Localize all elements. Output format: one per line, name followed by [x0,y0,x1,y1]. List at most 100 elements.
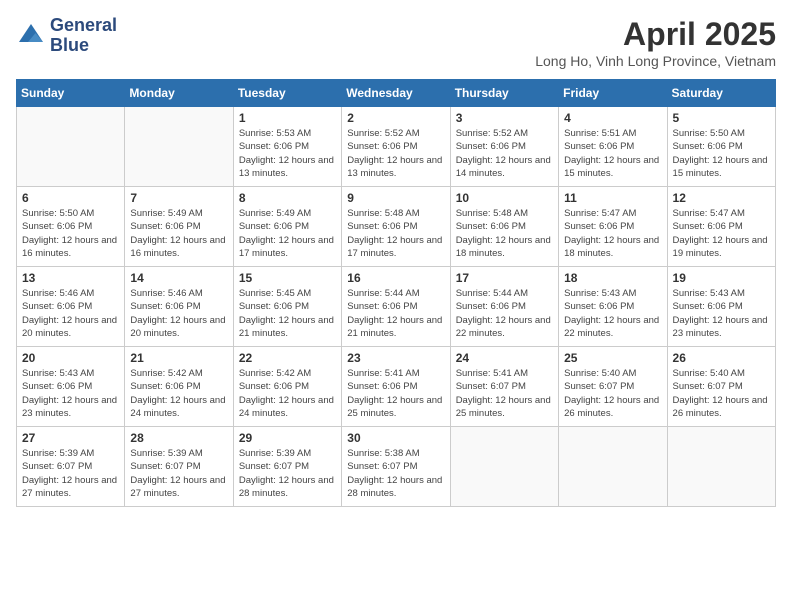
day-cell: 17 Sunrise: 5:44 AM Sunset: 6:06 PM Dayli… [450,267,558,347]
day-number: 4 [564,111,661,125]
weekday-header: Saturday [667,80,775,107]
day-number: 24 [456,351,553,365]
day-number: 22 [239,351,336,365]
day-number: 29 [239,431,336,445]
day-number: 10 [456,191,553,205]
day-cell: 28Sunrise: 5:39 AM Sunset: 6:07 PM Dayli… [125,427,233,507]
day-info: Sunrise: 5:53 AM Sunset: 6:06 PM Dayligh… [239,127,336,180]
day-info: Sunrise: 5:39 AM Sunset: 6:07 PM Dayligh… [130,447,227,500]
day-info: Sunrise: 5:50 AM Sunset: 6:06 PM Dayligh… [22,207,119,260]
day-number: 13 [22,271,119,285]
day-cell: 12 Sunrise: 5:47 AM Sunset: 6:06 PM Dayli… [667,187,775,267]
day-cell [667,427,775,507]
day-cell: 2Sunrise: 5:52 AM Sunset: 6:06 PM Daylig… [342,107,450,187]
day-cell: 4 Sunrise: 5:51 AM Sunset: 6:06 PM Daylig… [559,107,667,187]
day-cell: 30 Sunrise: 5:38 AM Sunset: 6:07 PM Dayli… [342,427,450,507]
day-cell: 22 Sunrise: 5:42 AM Sunset: 6:06 PM Dayli… [233,347,341,427]
day-info: Sunrise: 5:49 AM Sunset: 6:06 PM Dayligh… [239,207,336,260]
week-row: 6Sunrise: 5:50 AM Sunset: 6:06 PM Daylig… [17,187,776,267]
day-info: Sunrise: 5:46 AM Sunset: 6:06 PM Dayligh… [130,287,227,340]
day-number: 7 [130,191,227,205]
week-row: 27 Sunrise: 5:39 AM Sunset: 6:07 PM Dayli… [17,427,776,507]
month-title: April 2025 [535,16,776,53]
day-info: Sunrise: 5:40 AM Sunset: 6:07 PM Dayligh… [564,367,661,420]
day-cell: 19 Sunrise: 5:43 AM Sunset: 6:06 PM Dayli… [667,267,775,347]
day-cell: 27 Sunrise: 5:39 AM Sunset: 6:07 PM Dayli… [17,427,125,507]
day-number: 20 [22,351,119,365]
day-info: Sunrise: 5:52 AM Sunset: 6:06 PM Dayligh… [456,127,553,180]
day-number: 1 [239,111,336,125]
day-cell: 13Sunrise: 5:46 AM Sunset: 6:06 PM Dayli… [17,267,125,347]
day-number: 26 [673,351,770,365]
header-row: SundayMondayTuesdayWednesdayThursdayFrid… [17,80,776,107]
day-cell: 14 Sunrise: 5:46 AM Sunset: 6:06 PM Dayli… [125,267,233,347]
day-cell: 18 Sunrise: 5:43 AM Sunset: 6:06 PM Dayli… [559,267,667,347]
day-number: 30 [347,431,444,445]
day-cell: 21 Sunrise: 5:42 AM Sunset: 6:06 PM Dayli… [125,347,233,427]
day-cell: 9 Sunrise: 5:48 AM Sunset: 6:06 PM Daylig… [342,187,450,267]
day-number: 12 [673,191,770,205]
day-info: Sunrise: 5:49 AM Sunset: 6:06 PM Dayligh… [130,207,227,260]
day-cell: 20 Sunrise: 5:43 AM Sunset: 6:06 PM Dayli… [17,347,125,427]
weekday-header: Tuesday [233,80,341,107]
day-cell: 15Sunrise: 5:45 AM Sunset: 6:06 PM Dayli… [233,267,341,347]
day-cell: 26 Sunrise: 5:40 AM Sunset: 6:07 PM Dayli… [667,347,775,427]
day-cell: 7 Sunrise: 5:49 AM Sunset: 6:06 PM Daylig… [125,187,233,267]
day-number: 18 [564,271,661,285]
page-header: General Blue April 2025 Long Ho, Vinh Lo… [16,16,776,69]
day-cell: 25 Sunrise: 5:40 AM Sunset: 6:07 PM Dayli… [559,347,667,427]
day-number: 17 [456,271,553,285]
day-info: Sunrise: 5:44 AM Sunset: 6:06 PM Dayligh… [456,287,553,340]
day-cell [559,427,667,507]
weekday-header: Sunday [17,80,125,107]
week-row: 20 Sunrise: 5:43 AM Sunset: 6:06 PM Dayli… [17,347,776,427]
day-info: Sunrise: 5:48 AM Sunset: 6:06 PM Dayligh… [347,207,444,260]
day-info: Sunrise: 5:41 AM Sunset: 6:06 PM Dayligh… [347,367,444,420]
title-block: April 2025 Long Ho, Vinh Long Province, … [535,16,776,69]
day-info: Sunrise: 5:51 AM Sunset: 6:06 PM Dayligh… [564,127,661,180]
day-number: 5 [673,111,770,125]
day-number: 14 [130,271,227,285]
day-info: Sunrise: 5:42 AM Sunset: 6:06 PM Dayligh… [130,367,227,420]
weekday-header: Monday [125,80,233,107]
weekday-header: Friday [559,80,667,107]
day-info: Sunrise: 5:38 AM Sunset: 6:07 PM Dayligh… [347,447,444,500]
day-number: 23 [347,351,444,365]
week-row: 1 Sunrise: 5:53 AM Sunset: 6:06 PM Daylig… [17,107,776,187]
weekday-header: Thursday [450,80,558,107]
day-cell: 29Sunrise: 5:39 AM Sunset: 6:07 PM Dayli… [233,427,341,507]
day-info: Sunrise: 5:43 AM Sunset: 6:06 PM Dayligh… [22,367,119,420]
day-info: Sunrise: 5:47 AM Sunset: 6:06 PM Dayligh… [673,207,770,260]
day-cell: 6Sunrise: 5:50 AM Sunset: 6:06 PM Daylig… [17,187,125,267]
week-row: 13 Sunrise: 5:46 AM Sunset: 6:06 PM Dayli… [17,267,776,347]
day-info: Sunrise: 5:50 AM Sunset: 6:06 PM Dayligh… [673,127,770,180]
day-number: 8 [239,191,336,205]
day-info: Sunrise: 5:42 AM Sunset: 6:06 PM Dayligh… [239,367,336,420]
day-info: Sunrise: 5:40 AM Sunset: 6:07 PM Dayligh… [673,367,770,420]
day-number: 19 [673,271,770,285]
day-cell [450,427,558,507]
day-cell [125,107,233,187]
day-info: Sunrise: 5:48 AM Sunset: 6:06 PM Dayligh… [456,207,553,260]
day-number: 9 [347,191,444,205]
day-cell: 11Sunrise: 5:47 AM Sunset: 6:06 PM Dayli… [559,187,667,267]
logo-icon [16,21,46,51]
day-info: Sunrise: 5:45 AM Sunset: 6:06 PM Dayligh… [239,287,336,340]
day-number: 21 [130,351,227,365]
day-number: 27 [22,431,119,445]
day-cell: 23 Sunrise: 5:41 AM Sunset: 6:06 PM Dayli… [342,347,450,427]
day-info: Sunrise: 5:43 AM Sunset: 6:06 PM Dayligh… [564,287,661,340]
day-info: Sunrise: 5:47 AM Sunset: 6:06 PM Dayligh… [564,207,661,260]
day-cell: 5 Sunrise: 5:50 AM Sunset: 6:06 PM Daylig… [667,107,775,187]
logo-text: General Blue [50,16,117,56]
day-number: 25 [564,351,661,365]
day-cell: 16Sunrise: 5:44 AM Sunset: 6:06 PM Dayli… [342,267,450,347]
day-info: Sunrise: 5:44 AM Sunset: 6:06 PM Dayligh… [347,287,444,340]
logo: General Blue [16,16,117,56]
day-info: Sunrise: 5:52 AM Sunset: 6:06 PM Dayligh… [347,127,444,180]
day-info: Sunrise: 5:41 AM Sunset: 6:07 PM Dayligh… [456,367,553,420]
calendar-table: SundayMondayTuesdayWednesdayThursdayFrid… [16,79,776,507]
weekday-header: Wednesday [342,80,450,107]
day-info: Sunrise: 5:43 AM Sunset: 6:06 PM Dayligh… [673,287,770,340]
day-info: Sunrise: 5:39 AM Sunset: 6:07 PM Dayligh… [22,447,119,500]
